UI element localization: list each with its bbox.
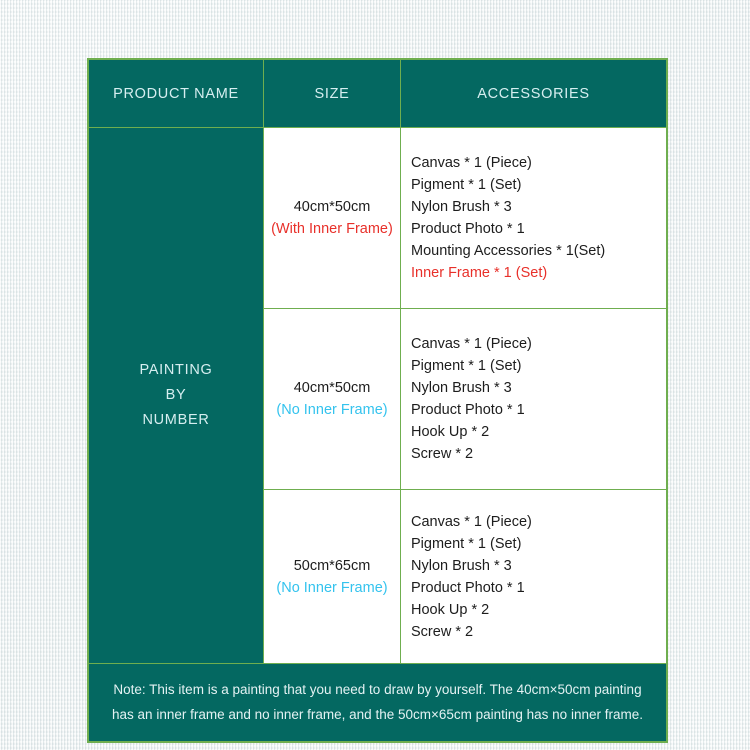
accessory-item: Pigment * 1 (Set) <box>411 535 522 552</box>
accessory-item: Canvas * 1 (Piece) <box>411 336 532 352</box>
column-header-accessories: ACCESSORIES <box>400 59 667 128</box>
accessory-item: Product Photo * 1 <box>411 402 525 418</box>
accessory-item: Product Photo * 1 <box>411 579 525 596</box>
accessory-item: Screw * 2 <box>411 446 474 462</box>
accessories-cell: Canvas * 1 (Piece) Pigment * 1 (Set) Nyl… <box>400 127 667 309</box>
size-value: 50cm*65cm <box>293 557 371 574</box>
accessory-item: Canvas * 1 (Piece) <box>411 513 532 530</box>
size-note: (No Inner Frame) <box>276 402 388 418</box>
product-specification-table: PRODUCT NAME SIZE ACCESSORIES PAINTING B… <box>88 59 667 742</box>
accessory-item: Nylon Brush * 3 <box>411 199 512 215</box>
accessory-item: Canvas * 1 (Piece) <box>411 155 532 171</box>
table-header-row: PRODUCT NAME SIZE ACCESSORIES <box>88 59 667 128</box>
size-note: (No Inner Frame) <box>276 579 388 596</box>
size-cell: 40cm*50cm (No Inner Frame) <box>263 308 401 490</box>
product-name-line-3: NUMBER <box>142 412 210 428</box>
accessory-item: Nylon Brush * 3 <box>411 380 512 396</box>
accessory-item: Product Photo * 1 <box>411 221 525 237</box>
product-name-cell: PAINTING BY NUMBER <box>88 127 264 664</box>
size-value: 40cm*50cm <box>293 199 371 215</box>
size-cell: 50cm*65cm (No Inner Frame) <box>263 489 401 664</box>
size-cell: 40cm*50cm (With Inner Frame) <box>263 127 401 309</box>
accessory-item: Screw * 2 <box>411 623 474 640</box>
table-footer-row: Note: This item is a painting that you n… <box>88 663 667 742</box>
accessory-item: Inner Frame * 1 (Set) <box>411 265 548 281</box>
accessory-item: Nylon Brush * 3 <box>411 557 512 574</box>
footer-note: Note: This item is a painting that you n… <box>88 663 667 742</box>
accessories-cell: Canvas * 1 (Piece) Pigment * 1 (Set) Nyl… <box>400 308 667 490</box>
product-name-line-1: PAINTING <box>139 362 213 378</box>
table-header: PRODUCT NAME SIZE ACCESSORIES <box>88 59 667 128</box>
accessory-item: Mounting Accessories * 1(Set) <box>411 243 606 259</box>
column-header-size: SIZE <box>263 59 401 128</box>
page-root: PRODUCT NAME SIZE ACCESSORIES PAINTING B… <box>0 0 750 750</box>
table-body: PAINTING BY NUMBER 40cm*50cm (With Inner… <box>88 127 667 742</box>
size-note: (With Inner Frame) <box>271 221 393 237</box>
size-value: 40cm*50cm <box>293 380 371 396</box>
product-name-line-2: BY <box>165 387 187 403</box>
column-header-product-name: PRODUCT NAME <box>88 59 264 128</box>
accessory-item: Pigment * 1 (Set) <box>411 358 522 374</box>
accessory-item: Pigment * 1 (Set) <box>411 177 522 193</box>
table-row: PAINTING BY NUMBER 40cm*50cm (With Inner… <box>88 127 667 664</box>
accessory-item: Hook Up * 2 <box>411 601 490 618</box>
accessories-cell: Canvas * 1 (Piece) Pigment * 1 (Set) Nyl… <box>400 489 667 664</box>
accessory-item: Hook Up * 2 <box>411 424 490 440</box>
